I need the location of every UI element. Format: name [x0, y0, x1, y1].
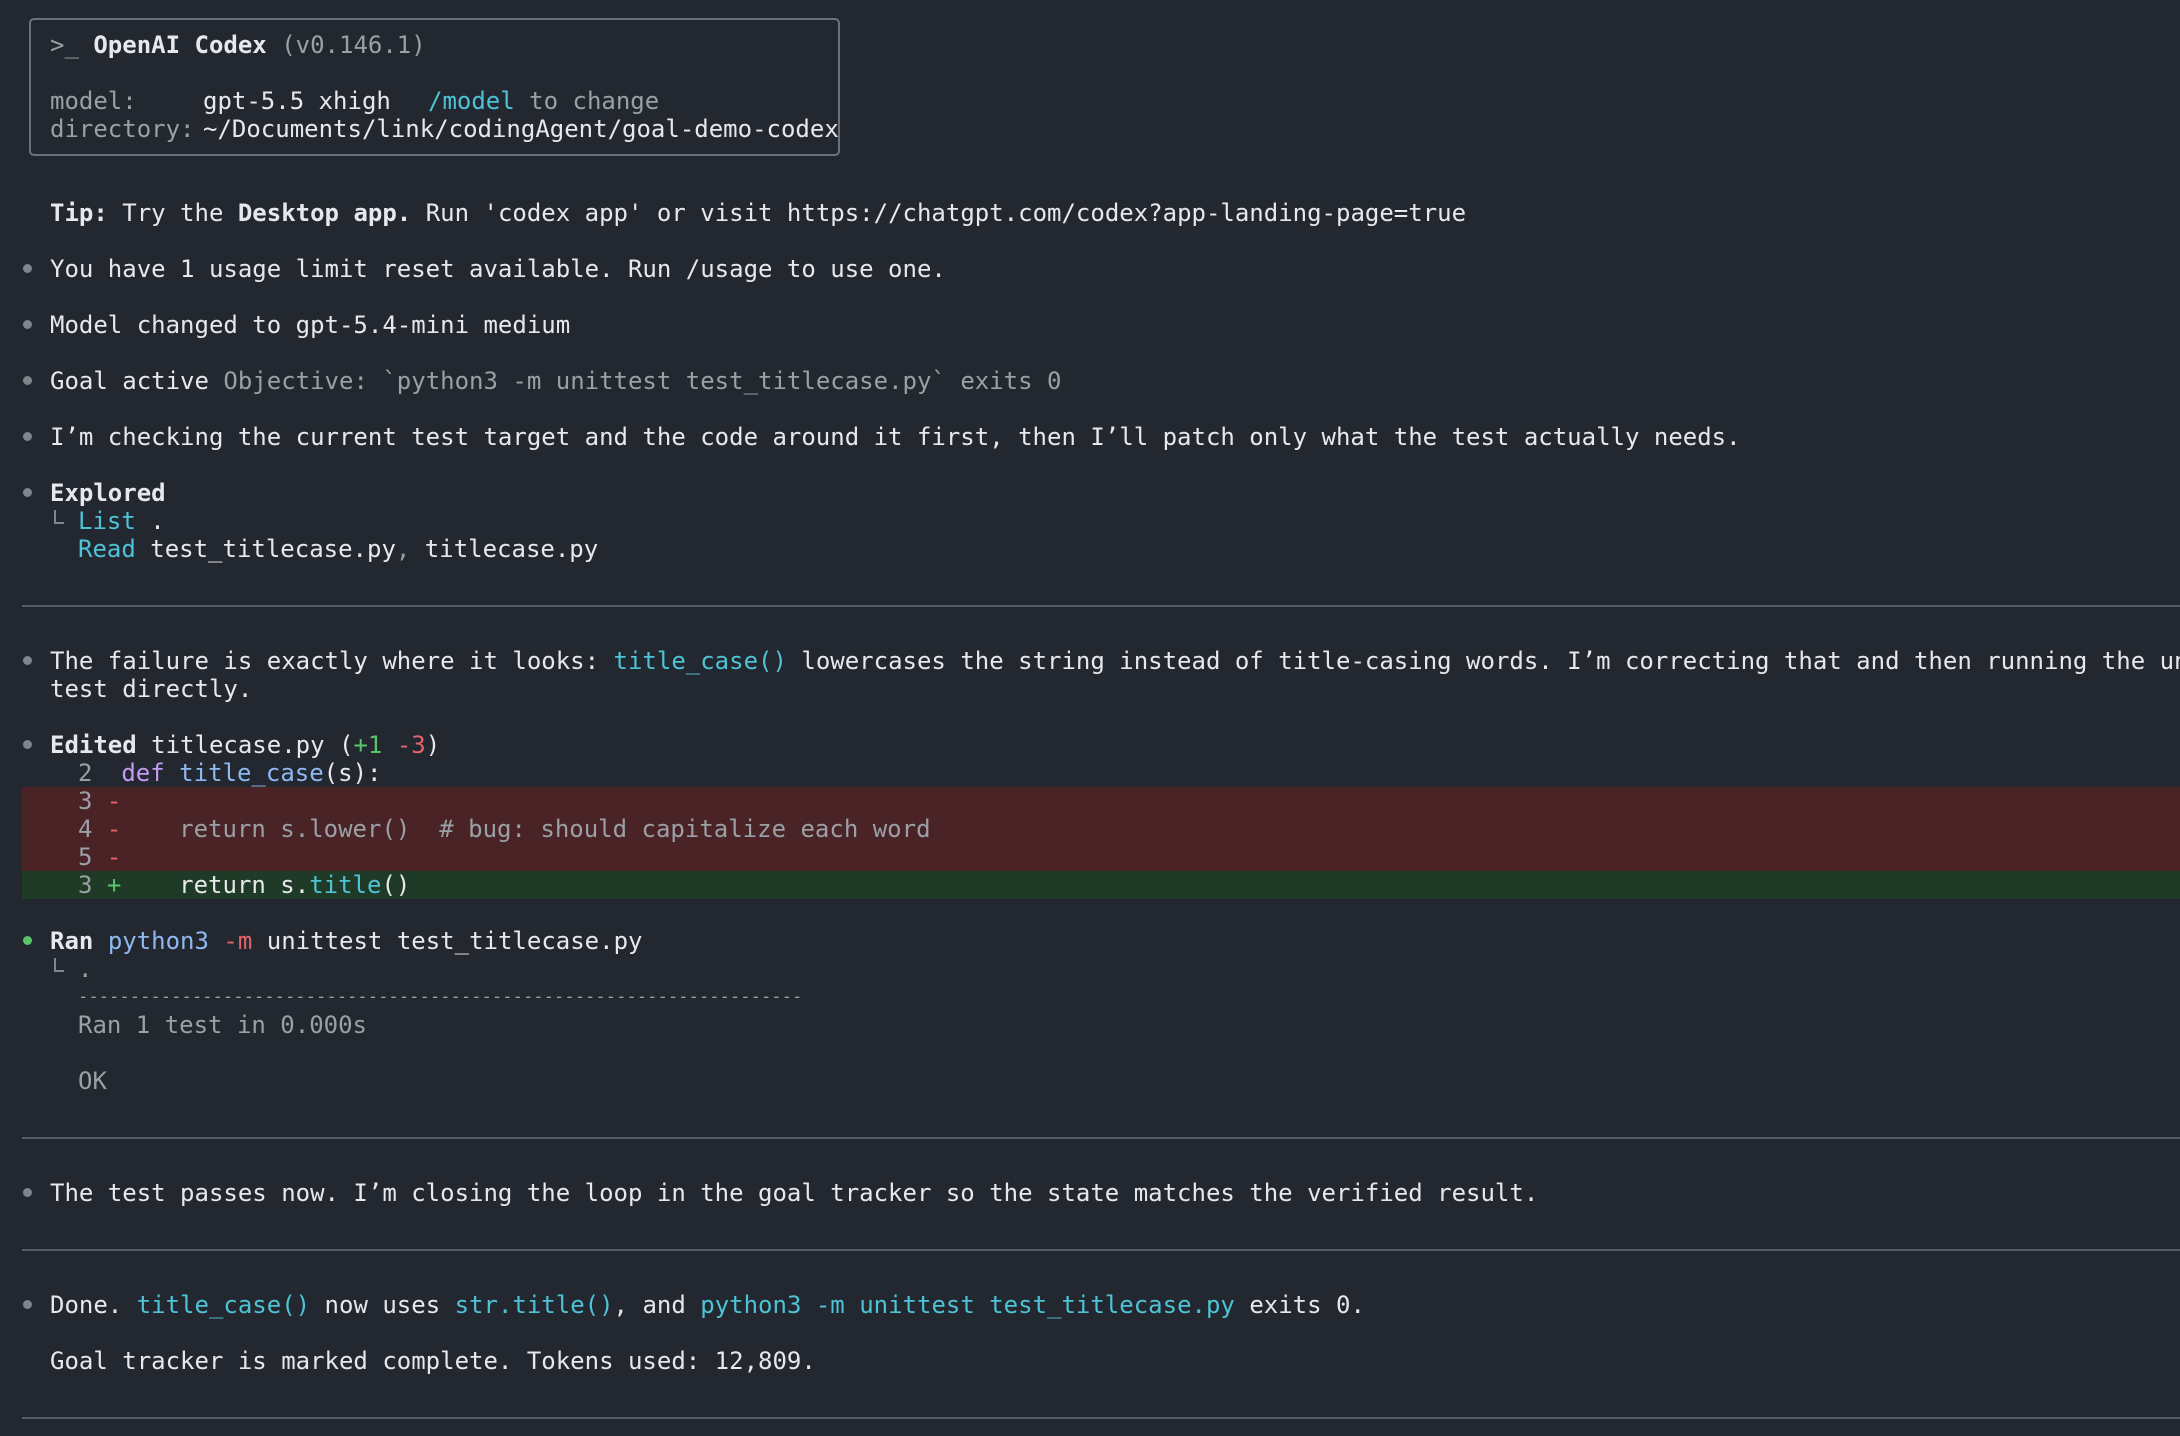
- failure-func: title_case(): [613, 647, 787, 675]
- diff-line-removed: 4 - return s.lower() # bug: should capit…: [78, 815, 931, 843]
- code-text: return s.: [121, 871, 310, 899]
- prompt-icon: >_: [50, 31, 79, 59]
- bullet-icon: [23, 432, 32, 441]
- directory-value: ~/Documents/link/codingAgent/goal-demo-c…: [203, 115, 839, 143]
- ran-header: Ran python3 -m unittest test_titlecase.p…: [50, 927, 642, 955]
- bullet-icon: [23, 320, 32, 329]
- bullet-icon: [23, 376, 32, 385]
- edited-header: Edited titlecase.py (+1 -3): [50, 731, 440, 759]
- usage-message: You have 1 usage limit reset available. …: [50, 255, 946, 283]
- line-number: 5: [78, 843, 93, 871]
- tree-corner-icon: [54, 958, 64, 972]
- app-name: OpenAI Codex: [93, 31, 267, 59]
- tip-pre: Try the: [122, 199, 224, 227]
- read-verb: Read: [78, 535, 136, 563]
- goal-line: Goal active Objective: `python3 -m unitt…: [50, 367, 1061, 395]
- failure-pre: The failure is exactly where it looks:: [50, 647, 600, 675]
- code-function: title_case: [179, 759, 324, 787]
- code-rest: (s):: [323, 759, 382, 787]
- app-version: (v0.146.1): [281, 31, 426, 59]
- tip-label: Tip:: [50, 199, 108, 227]
- done-pre: Done.: [50, 1291, 123, 1319]
- diff-sign: -: [106, 843, 122, 871]
- list-arg: .: [150, 507, 165, 535]
- edited-title: Edited: [50, 731, 137, 759]
- lines-removed: -3: [396, 731, 426, 759]
- tip-post: Run 'codex app' or visit https://chatgpt…: [425, 199, 1467, 227]
- ran-output-rule: ----------------------------------------…: [78, 987, 803, 1007]
- model-hint: /model to change: [428, 87, 659, 115]
- done-summary: Goal tracker is marked complete. Tokens …: [50, 1347, 816, 1375]
- passes-message: The test passes now. I’m closing the loo…: [50, 1179, 1539, 1207]
- code-method: title: [309, 871, 382, 899]
- model-value: gpt-5.5 xhigh: [203, 87, 391, 115]
- paren-close: ): [425, 731, 441, 759]
- bullet-icon: [23, 264, 32, 273]
- done-post: exits 0.: [1249, 1291, 1365, 1319]
- done-mid: now uses: [324, 1291, 441, 1319]
- divider: [22, 605, 2180, 607]
- checking-message: I’m checking the current test target and…: [50, 423, 1741, 451]
- ran-output-ok: OK: [78, 1067, 107, 1095]
- diff-sign: +: [106, 871, 122, 899]
- read-separator: ,: [395, 535, 411, 563]
- line-number: 4: [78, 815, 93, 843]
- model-changed-message: Model changed to gpt-5.4-mini medium: [50, 311, 571, 339]
- diff-sign: -: [106, 787, 122, 815]
- done-command: python3 -m unittest test_titlecase.py: [700, 1291, 1235, 1319]
- divider: [22, 1137, 2180, 1139]
- diff-line-removed: 5 -: [78, 843, 121, 871]
- divider: [22, 1417, 2180, 1419]
- paren-open: (: [339, 731, 354, 759]
- explored-read: Read test_titlecase.py, titlecase.py: [78, 535, 598, 563]
- model-hint-text: to change: [529, 87, 660, 115]
- edited-file: titlecase.py: [151, 731, 325, 759]
- tip-app: Desktop app.: [237, 199, 412, 227]
- ran-output-dot: .: [78, 955, 93, 983]
- read-file: titlecase.py: [424, 535, 599, 563]
- lines-added: +1: [353, 731, 383, 759]
- ran-args: unittest test_titlecase.py: [266, 927, 643, 955]
- line-number: 2: [78, 759, 93, 787]
- ran-command: python3: [107, 927, 209, 955]
- explored-title: Explored: [50, 479, 166, 507]
- code-keyword: def: [121, 759, 165, 787]
- success-dot-icon: [23, 936, 32, 945]
- ran-flag: -m: [223, 927, 253, 955]
- diff-sign: -: [106, 815, 122, 843]
- read-file: test_titlecase.py: [150, 535, 396, 563]
- divider: [22, 1249, 2180, 1251]
- goal-label: Goal active: [50, 367, 209, 395]
- ran-output-result: Ran 1 test in 0.000s: [78, 1011, 367, 1039]
- code-text: (): [381, 871, 411, 899]
- code-text: return s.lower() # bug: should capitaliz…: [121, 815, 931, 843]
- tip-line: Tip: Try the Desktop app. Run 'codex app…: [50, 199, 1466, 227]
- list-verb: List: [78, 507, 136, 535]
- bullet-icon: [23, 1300, 32, 1309]
- bullet-icon: [23, 656, 32, 665]
- diff-line-removed: 3 -: [78, 787, 121, 815]
- bullet-icon: [23, 488, 32, 497]
- diff-line-added: 3 + return s.title(): [78, 871, 410, 899]
- failure-message-line2: test directly.: [50, 675, 253, 703]
- done-mid: , and: [613, 1291, 686, 1319]
- directory-label: directory:: [50, 115, 195, 143]
- done-message: Done. title_case() now uses str.title(),…: [50, 1291, 1365, 1319]
- bullet-icon: [23, 740, 32, 749]
- line-number: 3: [78, 787, 93, 815]
- line-number: 3: [78, 871, 93, 899]
- diff-line-context: 2 def title_case(s):: [78, 759, 381, 787]
- model-label: model:: [50, 87, 137, 115]
- failure-post: lowercases the string instead of title-c…: [801, 647, 2180, 675]
- done-method: str.title(): [454, 1291, 614, 1319]
- tree-corner-icon: [54, 510, 64, 524]
- bullet-icon: [23, 1188, 32, 1197]
- ran-title: Ran: [50, 927, 94, 955]
- header-title-line: >_ OpenAI Codex (v0.146.1): [50, 31, 426, 59]
- done-func: title_case(): [136, 1291, 311, 1319]
- failure-message: The failure is exactly where it looks: t…: [50, 647, 2180, 675]
- explored-list: List .: [78, 507, 165, 535]
- goal-objective: Objective: `python3 -m unittest test_tit…: [223, 367, 1062, 395]
- model-command[interactable]: /model: [428, 87, 515, 115]
